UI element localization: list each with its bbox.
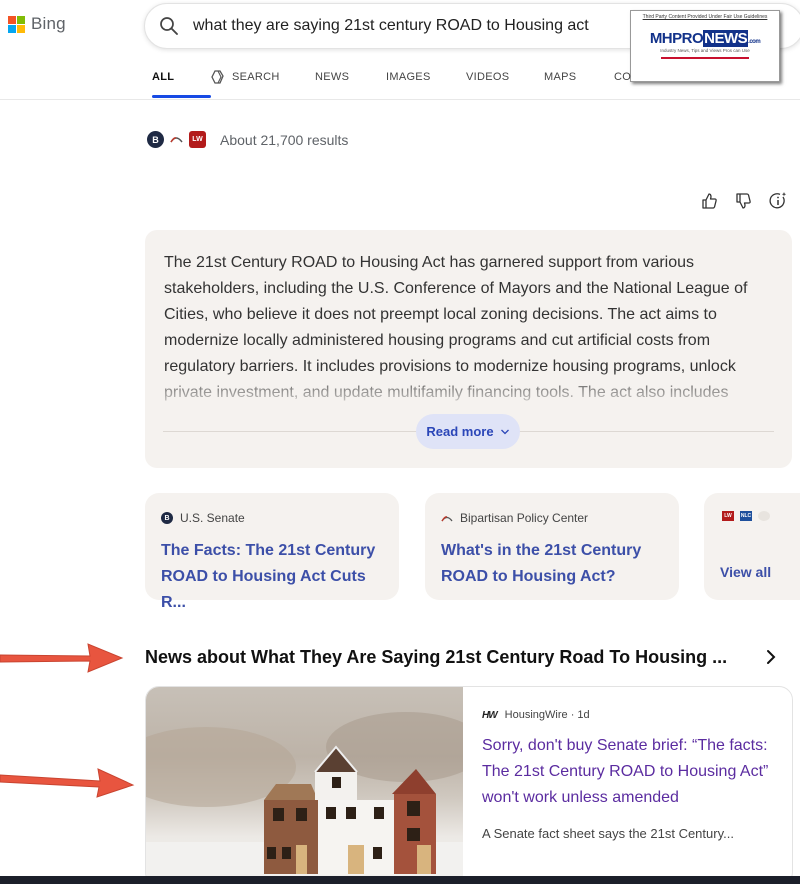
news-title-link[interactable]: Sorry, don't buy Senate brief: “The fact… — [482, 733, 782, 811]
wooden-houses-image — [146, 712, 463, 884]
header-divider — [0, 99, 800, 100]
feedback-controls — [700, 191, 788, 211]
tab-copilot[interactable]: CO — [614, 70, 634, 84]
microsoft-logo-icon — [8, 15, 25, 33]
tab-search[interactable]: SEARCH — [211, 70, 315, 84]
housingwire-logo: HW — [482, 709, 498, 721]
senate-favicon: B — [161, 512, 173, 524]
taskbar-edge — [0, 876, 800, 884]
thumbs-down-icon[interactable] — [734, 191, 754, 211]
tab-maps[interactable]: MAPS — [544, 70, 614, 84]
bing-wordmark: Bing — [31, 14, 66, 33]
source-site: Bipartisan Policy Center — [441, 511, 588, 525]
search-icon[interactable] — [159, 16, 179, 36]
tab-all[interactable]: ALL — [152, 70, 211, 98]
tab-videos[interactable]: VIDEOS — [466, 70, 544, 84]
source-title[interactable]: What's in the 21st Century ROAD to Housi… — [441, 538, 671, 590]
nlc-favicon: NLC — [740, 511, 752, 521]
copilot-icon — [211, 70, 224, 84]
watermark-logo: MHPRONEWS.com — [649, 30, 761, 47]
read-more-button[interactable]: Read more — [416, 414, 520, 449]
news-card[interactable]: HW HousingWire · 1d Sorry, don't buy Sen… — [145, 686, 793, 884]
answer-fade — [145, 370, 792, 410]
lw-favicon: LW — [722, 511, 734, 521]
source-favicons: LW NLC — [722, 511, 770, 521]
chevron-down-icon — [500, 429, 509, 434]
source-card-senate[interactable]: B U.S. Senate The Facts: The 21st Centur… — [145, 493, 399, 611]
tab-news[interactable]: NEWS — [315, 70, 386, 84]
view-all-sources[interactable]: LW NLC View all — [704, 493, 800, 600]
info-sparkle-icon[interactable] — [768, 191, 788, 211]
view-all-label: View all — [720, 564, 772, 580]
news-snippet: A Senate fact sheet says the 21st Centur… — [482, 826, 734, 841]
results-meta: B LW About 21,700 results — [147, 131, 348, 148]
source-card-bpc[interactable]: Bipartisan Policy Center What's in the 2… — [425, 493, 679, 600]
source-title[interactable]: The Facts: The 21st Century ROAD to Hous… — [161, 538, 391, 616]
thumbs-up-icon[interactable] — [700, 191, 720, 211]
news-thumbnail[interactable] — [146, 687, 463, 884]
bpc-favicon-icon — [170, 137, 183, 143]
mayors-favicon — [758, 511, 770, 521]
ai-answer-card: The 21st Century ROAD to Housing Act has… — [145, 230, 792, 468]
chevron-right-icon[interactable] — [764, 649, 778, 665]
watermark-divider — [660, 57, 750, 59]
watermark-notice: Third Party Content Provided Under Fair … — [642, 14, 768, 20]
watermark-tagline: Industry News, Tips and Views Pros can U… — [660, 48, 750, 53]
mhpronews-watermark: Third Party Content Provided Under Fair … — [630, 10, 780, 82]
tab-images[interactable]: IMAGES — [386, 70, 466, 84]
search-input[interactable]: what they are saying 21st century ROAD t… — [193, 17, 589, 35]
bing-logo[interactable]: Bing — [8, 14, 66, 34]
news-section-heading[interactable]: News about What They Are Saying 21st Cen… — [145, 647, 727, 668]
annotation-arrow-icon — [0, 643, 124, 673]
bpc-favicon-icon — [441, 516, 453, 522]
news-source: HW HousingWire · 1d — [482, 709, 590, 721]
source-site: B U.S. Senate — [161, 511, 245, 525]
source-favicon: LW — [189, 131, 206, 148]
results-count: About 21,700 results — [220, 131, 349, 148]
source-favicon: B — [147, 131, 164, 148]
search-tabs: ALL SEARCH NEWS IMAGES VIDEOS MAPS CO — [152, 70, 634, 98]
annotation-arrow-icon — [0, 768, 135, 798]
